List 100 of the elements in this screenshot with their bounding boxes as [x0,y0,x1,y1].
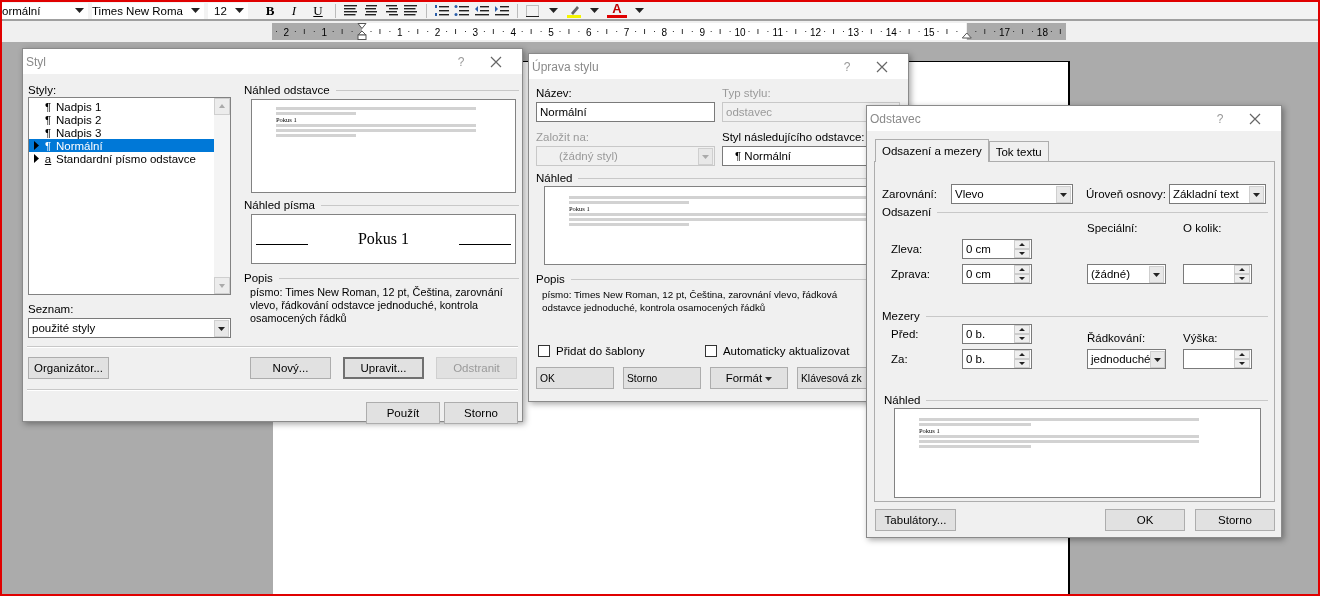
spinner-icon[interactable] [1014,265,1030,283]
ruler-number: 18 [1036,26,1048,38]
caret-icon [214,319,229,337]
style-item[interactable]: ¶ Nadpis 3 [29,126,214,139]
format-button[interactable]: I [284,2,304,19]
spin-field[interactable]: 0 b. [962,349,1032,369]
font-sample: Pokus 1 [357,230,410,248]
close-icon[interactable] [490,55,502,68]
ruler-number: 1 [397,26,403,38]
caret-icon [698,147,713,165]
style-dropdown[interactable]: ormální [2,2,88,19]
caret-icon [635,7,644,14]
dropdown[interactable]: Základní text [1168,184,1266,204]
window-title: Styl [26,54,47,69]
border-icon[interactable] [525,3,541,18]
dialog-button[interactable]: OK [1105,509,1185,531]
group-label: Náhled písma [244,199,315,211]
spinner-icon[interactable] [1014,325,1030,343]
expand-icon[interactable] [33,154,40,163]
tab[interactable]: Odsazení a mezery [875,139,989,162]
caret-icon [1149,265,1164,283]
indent-marker[interactable] [357,23,367,40]
ruler-number: 2 [434,26,441,38]
style-item[interactable]: a Standardní písmo odstavce [29,152,214,165]
group-label: Náhled [536,172,573,184]
indent-marker[interactable] [961,32,972,39]
group-label: Náhled odstavce [244,84,330,96]
numbered-list-icon[interactable] [434,3,450,18]
dialog-button[interactable]: Použít [366,402,440,424]
size-dropdown[interactable]: 12 [208,2,248,19]
tab[interactable]: Tok textu [988,141,1049,161]
spin-field[interactable]: 0 cm [962,264,1032,284]
group-label: Mezery [882,310,920,322]
field-label: Zarovnání: [882,188,938,200]
spinner-icon[interactable] [1014,350,1030,368]
ruler-number: 12 [810,26,822,38]
field-label: Za: [890,353,909,365]
caret-icon [590,7,599,14]
spinner-icon[interactable] [1014,240,1030,258]
field-label: Typ stylu: [722,87,772,99]
menu-button[interactable]: Formát [710,367,788,389]
spinner-icon[interactable] [1234,265,1250,283]
ruler-number: 17 [999,26,1011,38]
style-item[interactable]: ¶ Nadpis 1 [29,100,214,113]
font-dropdown[interactable]: Times New Roma [92,2,204,19]
spin-field[interactable]: 0 cm [962,239,1032,259]
caret-icon [235,7,244,14]
dialog-button[interactable]: Tabulátory... [875,509,956,531]
ruler-number: 9 [699,26,705,38]
dialog-button[interactable]: Storno [444,402,518,424]
dialog-button[interactable]: Storno [623,367,701,389]
dropdown[interactable]: (žádné) [1087,264,1166,284]
caret-icon [1150,350,1166,368]
highlighter-icon[interactable] [566,3,582,18]
group-label: Odsazení [882,206,932,218]
field-label: Speciální: [1087,222,1139,234]
dropdown[interactable]: Vlevo [951,184,1073,204]
field-label: Zleva: [890,243,924,255]
dropdown[interactable]: použité styly [28,318,231,338]
font-color-button[interactable]: A [607,3,627,18]
name-field[interactable]: Normální [536,102,715,122]
group-label: Popis [536,273,565,285]
dialog-button[interactable]: Storno [1195,509,1275,531]
align-icon[interactable] [383,3,399,18]
checkbox[interactable] [704,345,717,357]
dialog-button[interactable]: Nový... [250,357,331,379]
field-label: Zprava: [890,268,931,280]
dialog-button[interactable]: Upravit... [343,357,424,379]
ruler-number: 2 [283,26,290,38]
spin-field[interactable] [1183,349,1252,369]
checkbox-label[interactable]: Automaticky aktualizovat [722,345,850,357]
field-label: Úroveň osnovy: [1086,188,1166,200]
close-icon[interactable] [876,60,888,73]
close-icon[interactable] [1249,112,1261,125]
style-item[interactable]: ¶ Normální [29,139,214,152]
align-icon[interactable] [403,3,419,18]
increase-indent-icon[interactable] [494,3,510,18]
dialog-button[interactable]: OK [536,367,614,389]
spinner-icon[interactable] [1234,350,1250,368]
spin-field[interactable]: 0 b. [962,324,1032,344]
align-icon[interactable] [363,3,379,18]
ruler-number: 8 [661,26,668,38]
field-label: Styl následujícího odstavce: [722,131,866,143]
checkbox-label[interactable]: Přidat do šablony [556,345,645,357]
ruler-number: 1 [321,26,327,38]
ruler-number: 10 [734,26,746,38]
checkbox[interactable] [538,345,550,357]
format-button[interactable]: U [308,2,328,19]
ruler-number: 7 [623,26,630,38]
dialog-button[interactable]: Organizátor... [28,357,109,379]
dropdown[interactable]: jednoduché [1087,349,1166,369]
field-label: Před: [890,328,920,340]
bullet-list-icon[interactable] [454,3,470,18]
field-label: Řádkování: [1087,332,1147,344]
format-button[interactable]: B [260,2,280,19]
align-icon[interactable] [343,3,359,18]
spin-field[interactable] [1183,264,1252,284]
decrease-indent-icon[interactable] [474,3,490,18]
style-item[interactable]: ¶ Nadpis 2 [29,113,214,126]
ruler-number: 11 [772,26,783,38]
